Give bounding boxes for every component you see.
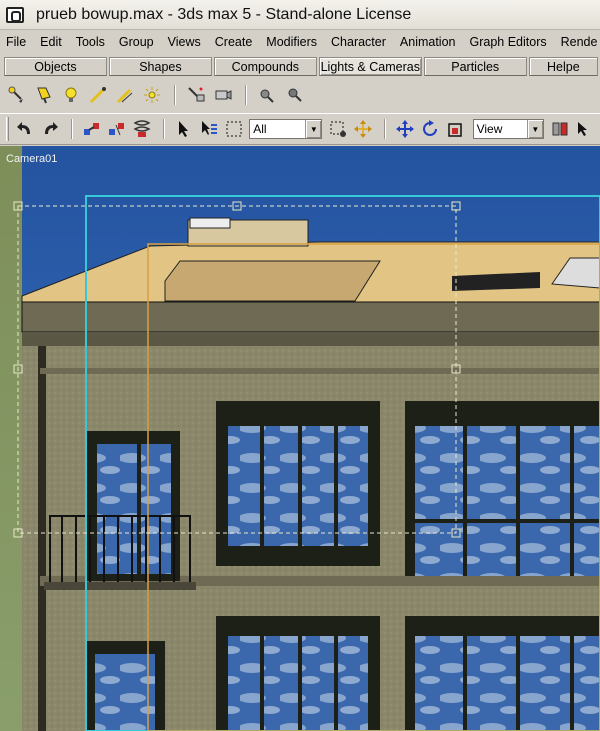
- menu-animation[interactable]: Animation: [393, 35, 463, 49]
- select-and-link-icon[interactable]: [82, 118, 102, 140]
- rectangular-selection-icon[interactable]: [224, 118, 244, 140]
- camera-viewport[interactable]: Camera01: [0, 146, 600, 731]
- select-manipulate-icon[interactable]: [575, 118, 595, 140]
- select-by-name-icon[interactable]: [199, 118, 219, 140]
- use-pivot-center-icon[interactable]: [550, 118, 570, 140]
- rotate-icon[interactable]: [420, 118, 440, 140]
- sunlight-icon[interactable]: [256, 84, 278, 106]
- skylight-left: [164, 260, 381, 302]
- menu-views[interactable]: Views: [161, 35, 208, 49]
- redo-icon[interactable]: [40, 118, 60, 140]
- selection-filter-value: All: [253, 122, 267, 136]
- target-direct-light-icon[interactable]: [87, 84, 109, 106]
- cornice: [21, 301, 600, 333]
- toolbar-separator: [245, 85, 246, 105]
- omni-light-icon[interactable]: [60, 84, 82, 106]
- menu-file[interactable]: File: [0, 35, 33, 49]
- floor-band: [40, 368, 600, 374]
- cornice-band: [22, 332, 600, 346]
- menu-edit[interactable]: Edit: [33, 35, 69, 49]
- viewport-label[interactable]: Camera01: [6, 153, 57, 165]
- undo-icon[interactable]: [15, 118, 35, 140]
- free-spot-light-icon[interactable]: [33, 84, 55, 106]
- menu-tools[interactable]: Tools: [69, 35, 112, 49]
- main-toolbar: All ▼ View ▼: [0, 113, 600, 145]
- viewport-render: [0, 146, 600, 731]
- selection-filter-dropdown[interactable]: All ▼: [249, 119, 323, 139]
- skylight-icon[interactable]: [141, 84, 163, 106]
- unlink-selection-icon[interactable]: [107, 118, 127, 140]
- viewport-frame: [0, 146, 22, 731]
- toolbar-separator: [174, 85, 175, 105]
- menu-create[interactable]: Create: [208, 35, 260, 49]
- tab-objects[interactable]: Objects: [4, 57, 107, 76]
- menu-graph-editors[interactable]: Graph Editors: [463, 35, 554, 49]
- balcony-slab: [44, 582, 196, 590]
- tab-shapes[interactable]: Shapes: [108, 57, 212, 76]
- daylight-icon[interactable]: [283, 84, 305, 106]
- roof-vent: [189, 217, 231, 229]
- window-title: prueb bowup.max - 3ds max 5 - Stand-alon…: [36, 5, 412, 23]
- free-direct-light-icon[interactable]: [114, 84, 136, 106]
- move-icon[interactable]: [395, 118, 415, 140]
- tab-lights-cameras[interactable]: Lights & Cameras: [318, 57, 422, 76]
- app-icon[interactable]: [6, 6, 24, 23]
- toolbar-grip[interactable]: [6, 117, 9, 141]
- window-glass: [95, 654, 155, 731]
- toolbar-separator: [384, 119, 386, 139]
- chevron-down-icon[interactable]: ▼: [526, 120, 543, 138]
- window-crossing-icon[interactable]: [328, 118, 348, 140]
- select-object-icon[interactable]: [174, 118, 194, 140]
- target-camera-icon[interactable]: [185, 84, 207, 106]
- toolbar-separator: [163, 119, 165, 139]
- menu-character[interactable]: Character: [324, 35, 393, 49]
- scale-icon[interactable]: [446, 118, 466, 140]
- tab-panel: Objects Shapes Compounds Lights & Camera…: [0, 57, 600, 77]
- bind-to-space-warp-icon[interactable]: [132, 118, 152, 140]
- tab-particles[interactable]: Particles: [423, 57, 527, 76]
- command-icon-row: [0, 80, 600, 110]
- facade-edge: [38, 346, 46, 731]
- toolbar-separator: [71, 119, 72, 139]
- menu-group[interactable]: Group: [112, 35, 161, 49]
- reference-coordinate-dropdown[interactable]: View ▼: [472, 119, 544, 139]
- free-camera-icon[interactable]: [212, 84, 234, 106]
- reference-coordinate-value: View: [476, 122, 503, 136]
- tab-helpers[interactable]: Helpe: [528, 57, 598, 76]
- chevron-down-icon[interactable]: ▼: [305, 120, 322, 138]
- tab-compounds[interactable]: Compounds: [213, 57, 317, 76]
- select-and-move-icon[interactable]: [353, 118, 373, 140]
- menu-rendering[interactable]: Rende: [554, 35, 600, 49]
- menu-bar: File Edit Tools Group Views Create Modif…: [0, 31, 600, 53]
- title-bar: prueb bowup.max - 3ds max 5 - Stand-alon…: [0, 0, 600, 30]
- menu-modifiers[interactable]: Modifiers: [259, 35, 324, 49]
- target-spot-light-icon[interactable]: [6, 84, 28, 106]
